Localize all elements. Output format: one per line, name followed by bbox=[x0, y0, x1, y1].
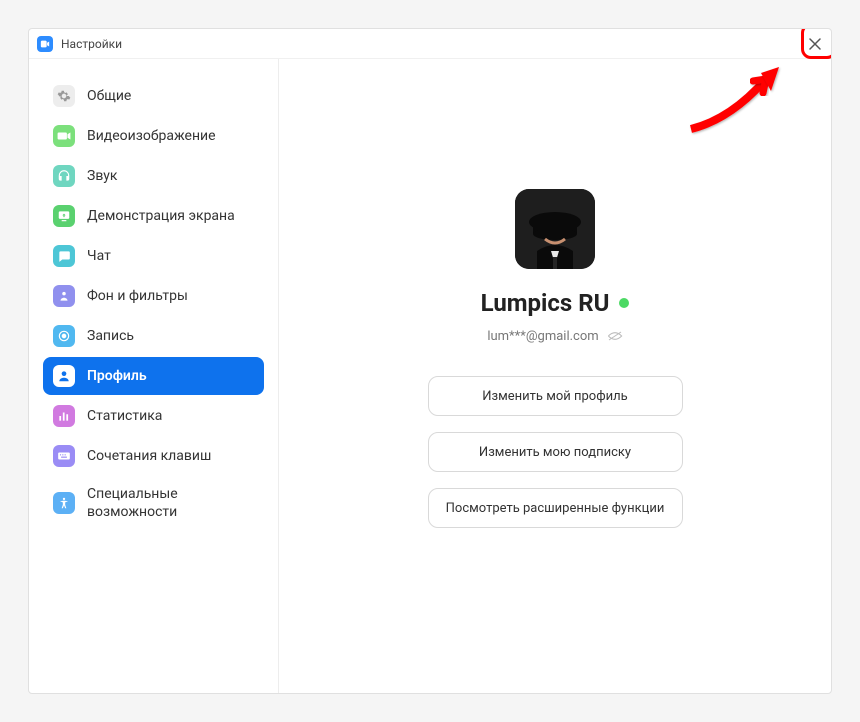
display-name: Lumpics RU bbox=[481, 289, 610, 317]
change-subscription-button[interactable]: Изменить мою подписку bbox=[428, 432, 683, 472]
presence-indicator bbox=[619, 298, 629, 308]
button-label: Изменить мой профиль bbox=[482, 389, 627, 404]
button-label: Посмотреть расширенные функции bbox=[446, 501, 665, 516]
sidebar-item-background[interactable]: Фон и фильтры bbox=[43, 277, 264, 315]
content-area: Общие Видеоизображение Звук Демонстрация… bbox=[29, 59, 831, 693]
sidebar-item-label: Статистика bbox=[87, 407, 162, 425]
sidebar: Общие Видеоизображение Звук Демонстрация… bbox=[29, 59, 279, 693]
edit-profile-button[interactable]: Изменить мой профиль bbox=[428, 376, 683, 416]
sidebar-item-accessibility[interactable]: Специальные возможности bbox=[43, 477, 264, 529]
gear-icon bbox=[53, 85, 75, 107]
sidebar-item-label: Чат bbox=[87, 247, 111, 265]
name-row: Lumpics RU bbox=[481, 289, 630, 317]
sidebar-item-profile[interactable]: Профиль bbox=[43, 357, 264, 395]
sidebar-item-statistics[interactable]: Статистика bbox=[43, 397, 264, 435]
profile-panel: Lumpics RU lum***@gmail.com Изменить мой… bbox=[279, 59, 831, 693]
record-icon bbox=[53, 325, 75, 347]
titlebar: Настройки bbox=[29, 29, 831, 59]
sidebar-item-label: Сочетания клавиш bbox=[87, 447, 211, 465]
sidebar-item-label: Общие bbox=[87, 87, 131, 105]
sidebar-item-label: Демонстрация экрана bbox=[87, 207, 235, 225]
profile-icon bbox=[53, 365, 75, 387]
sidebar-item-label: Видеоизображение bbox=[87, 127, 216, 145]
sidebar-item-chat[interactable]: Чат bbox=[43, 237, 264, 275]
avatar[interactable] bbox=[515, 189, 595, 269]
sidebar-item-video[interactable]: Видеоизображение bbox=[43, 117, 264, 155]
sidebar-item-recording[interactable]: Запись bbox=[43, 317, 264, 355]
sidebar-item-audio[interactable]: Звук bbox=[43, 157, 264, 195]
video-icon bbox=[53, 125, 75, 147]
share-screen-icon bbox=[53, 205, 75, 227]
headphones-icon bbox=[53, 165, 75, 187]
chat-icon bbox=[53, 245, 75, 267]
button-label: Изменить мою подписку bbox=[479, 445, 631, 460]
sidebar-item-share[interactable]: Демонстрация экрана bbox=[43, 197, 264, 235]
sidebar-item-label: Специальные возможности bbox=[87, 485, 254, 521]
sidebar-item-shortcuts[interactable]: Сочетания клавиш bbox=[43, 437, 264, 475]
settings-window: Настройки Общие Видеоизображение bbox=[28, 28, 832, 694]
close-button[interactable] bbox=[805, 34, 825, 54]
accessibility-icon bbox=[53, 492, 75, 514]
sidebar-item-label: Запись bbox=[87, 327, 134, 345]
statistics-icon bbox=[53, 405, 75, 427]
app-icon bbox=[37, 36, 53, 52]
keyboard-icon bbox=[53, 445, 75, 467]
sidebar-item-general[interactable]: Общие bbox=[43, 77, 264, 115]
reveal-email-icon[interactable] bbox=[607, 327, 623, 346]
background-icon bbox=[53, 285, 75, 307]
email-text: lum***@gmail.com bbox=[487, 329, 598, 344]
window-title: Настройки bbox=[61, 37, 122, 51]
view-advanced-button[interactable]: Посмотреть расширенные функции bbox=[428, 488, 683, 528]
sidebar-item-label: Фон и фильтры bbox=[87, 287, 188, 305]
sidebar-item-label: Профиль bbox=[87, 367, 147, 385]
email-row: lum***@gmail.com bbox=[487, 327, 622, 346]
sidebar-item-label: Звук bbox=[87, 167, 117, 185]
